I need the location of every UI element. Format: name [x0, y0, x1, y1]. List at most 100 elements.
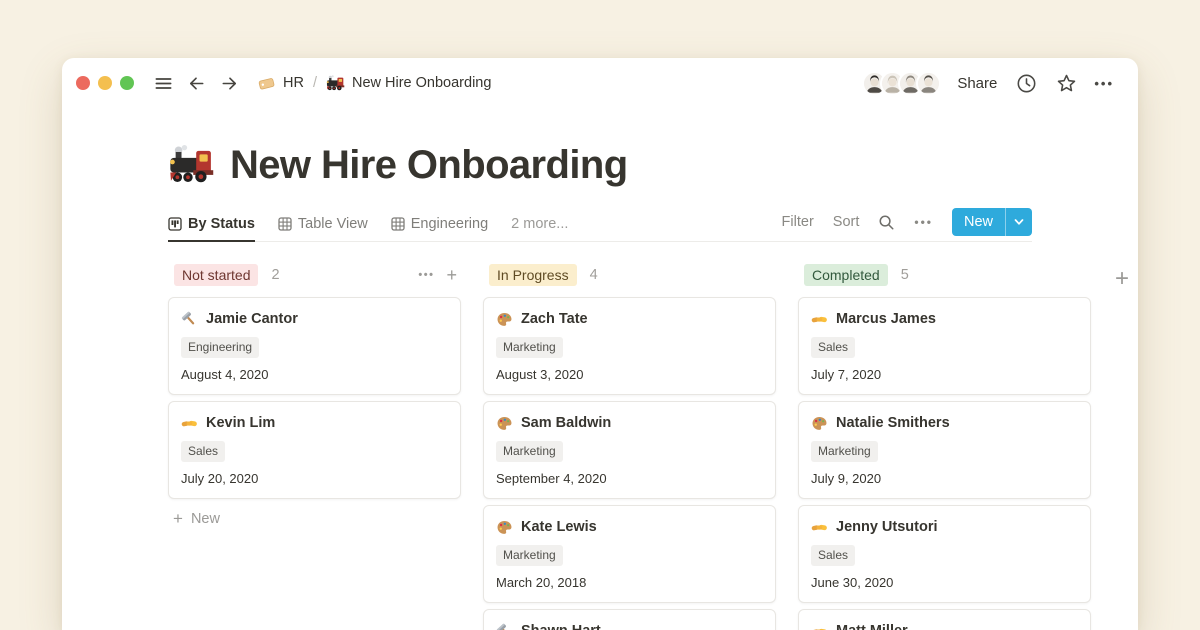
board-column-completed: Completed5Marcus JamesSalesJuly 7, 2020N…	[798, 263, 1091, 630]
chevron-down-icon[interactable]	[1006, 208, 1032, 236]
start-date: March 20, 2018	[496, 574, 763, 591]
tab-by-status[interactable]: By Status	[168, 216, 255, 242]
start-date: August 3, 2020	[496, 366, 763, 383]
card-kevin-lim[interactable]: Kevin Lim Sales July 20, 2020	[168, 401, 461, 499]
card-name-row: Natalie Smithers	[811, 413, 1078, 433]
breadcrumb: HR / New Hire Onboarding	[257, 74, 491, 93]
window-controls	[76, 76, 134, 90]
card-sam-baldwin[interactable]: Sam BaldwinMarketingSeptember 4, 2020	[483, 401, 776, 499]
close-window-button[interactable]	[76, 76, 90, 90]
column-add-icon[interactable]: +	[446, 267, 457, 283]
view-more-options-icon[interactable]: •••	[914, 215, 933, 229]
card-jenny-utsutori[interactable]: Jenny UtsutoriSalesJune 30, 2020	[798, 505, 1091, 603]
table-icon	[278, 217, 292, 231]
locomotive-icon	[326, 74, 345, 93]
titlebar-actions: Share •••	[862, 71, 1114, 96]
card-name-row: Kate Lewis	[496, 517, 763, 537]
sidebar-toggle-icon[interactable]	[154, 74, 173, 93]
locomotive-icon	[168, 142, 215, 189]
handshake-icon	[181, 415, 198, 432]
card-list: Jamie CantorEngineeringAugust 4, 2020Kev…	[168, 297, 461, 499]
card-marcus-james[interactable]: Marcus JamesSalesJuly 7, 2020	[798, 297, 1091, 395]
table-icon	[391, 217, 405, 231]
column-more-icon[interactable]: •••	[418, 269, 434, 281]
new-button[interactable]: New	[952, 208, 1032, 236]
start-date: July 7, 2020	[811, 366, 1078, 383]
board-icon	[168, 217, 182, 231]
breadcrumb-workspace[interactable]: HR	[283, 75, 304, 91]
zoom-window-button[interactable]	[120, 76, 134, 90]
handshake-icon	[811, 311, 828, 328]
start-date: September 4, 2020	[496, 470, 763, 487]
card-person-name: Natalie Smithers	[836, 413, 950, 433]
card-name-row: Shawn Hart	[496, 621, 763, 630]
column-status-badge[interactable]: Not started	[174, 264, 258, 286]
kanban-board: Not started2•••+Jamie CantorEngineeringA…	[62, 263, 1138, 630]
more-options-icon[interactable]: •••	[1094, 76, 1114, 91]
column-status-badge[interactable]: In Progress	[489, 264, 577, 286]
app-window: HR / New Hire Onboarding Share •••	[62, 58, 1138, 630]
avatar	[916, 71, 941, 96]
tab-table-view[interactable]: Table View	[278, 216, 368, 241]
share-button[interactable]: Share	[957, 75, 997, 92]
card-person-name: Jamie Cantor	[206, 309, 298, 329]
tab-2-more[interactable]: 2 more...	[511, 216, 568, 241]
handshake-icon	[811, 519, 828, 536]
column-header: In Progress4	[483, 263, 776, 287]
card-person-name: Marcus James	[836, 309, 936, 329]
breadcrumb-page[interactable]: New Hire Onboarding	[352, 75, 491, 91]
tab-label: 2 more...	[511, 216, 568, 232]
card-name-row: Kevin Lim	[181, 413, 448, 433]
card-person-name: Sam Baldwin	[521, 413, 611, 433]
add-group-button[interactable]: +	[1115, 268, 1129, 290]
card-jamie-cantor[interactable]: Jamie CantorEngineeringAugust 4, 2020	[168, 297, 461, 395]
card-natalie-smithers[interactable]: Natalie Smithers Marketing July 9, 2020	[798, 401, 1091, 499]
start-date: June 30, 2020	[811, 574, 1078, 591]
filter-button[interactable]: Filter	[782, 214, 814, 230]
add-card-button[interactable]: +New	[168, 509, 461, 529]
column-status-badge[interactable]: Completed	[804, 264, 888, 286]
card-person-name: Zach Tate	[521, 309, 588, 329]
page-title: New Hire Onboarding	[230, 143, 628, 188]
card-zach-tate[interactable]: Zach TateMarketingAugust 3, 2020	[483, 297, 776, 395]
card-shawn-hart[interactable]: Shawn Hart	[483, 609, 776, 630]
updates-clock-icon[interactable]	[1016, 73, 1037, 94]
column-count: 5	[901, 267, 909, 283]
add-card-label: New	[191, 511, 220, 527]
card-person-name: Kevin Lim	[206, 413, 275, 433]
search-icon[interactable]	[878, 214, 895, 231]
card-name-row: Marcus James	[811, 309, 1078, 329]
department-tag: Sales	[181, 441, 225, 462]
card-name-row: Matt Miller	[811, 621, 1078, 630]
view-tabs-row: By StatusTable ViewEngineering2 more... …	[168, 208, 1032, 242]
tab-engineering[interactable]: Engineering	[391, 216, 488, 241]
new-button-label[interactable]: New	[952, 208, 1005, 236]
back-icon[interactable]	[187, 74, 206, 93]
palette-icon	[496, 519, 513, 536]
view-toolbar: Filter Sort ••• New	[782, 208, 1032, 241]
palette-icon	[496, 415, 513, 432]
column-header: Completed 5	[798, 263, 1091, 287]
sort-button[interactable]: Sort	[833, 214, 860, 230]
minimize-window-button[interactable]	[98, 76, 112, 90]
start-date: August 4, 2020	[181, 366, 448, 383]
hammer-icon	[496, 623, 513, 630]
favorite-star-icon[interactable]	[1056, 73, 1077, 94]
card-person-name: Matt Miller	[836, 621, 908, 630]
card-person-name: Kate Lewis	[521, 517, 597, 537]
card-name-row: Jenny Utsutori	[811, 517, 1078, 537]
breadcrumb-separator: /	[313, 75, 317, 91]
card-matt-miller[interactable]: Matt Miller	[798, 609, 1091, 630]
page-header: New Hire Onboarding	[62, 108, 1138, 189]
card-kate-lewis[interactable]: Kate LewisMarketingMarch 20, 2018	[483, 505, 776, 603]
start-date: July 20, 2020	[181, 470, 448, 487]
tab-label: Engineering	[411, 216, 488, 232]
card-name-row: Zach Tate	[496, 309, 763, 329]
card-person-name: Jenny Utsutori	[836, 517, 938, 537]
forward-icon[interactable]	[220, 74, 239, 93]
department-tag: Marketing	[811, 441, 878, 462]
handshake-icon	[811, 623, 828, 630]
collaborator-avatars[interactable]	[862, 71, 941, 96]
start-date: July 9, 2020	[811, 470, 1078, 487]
board-column-in-progress: In Progress4 Zach TateMarketingAugust 3, …	[483, 263, 776, 630]
